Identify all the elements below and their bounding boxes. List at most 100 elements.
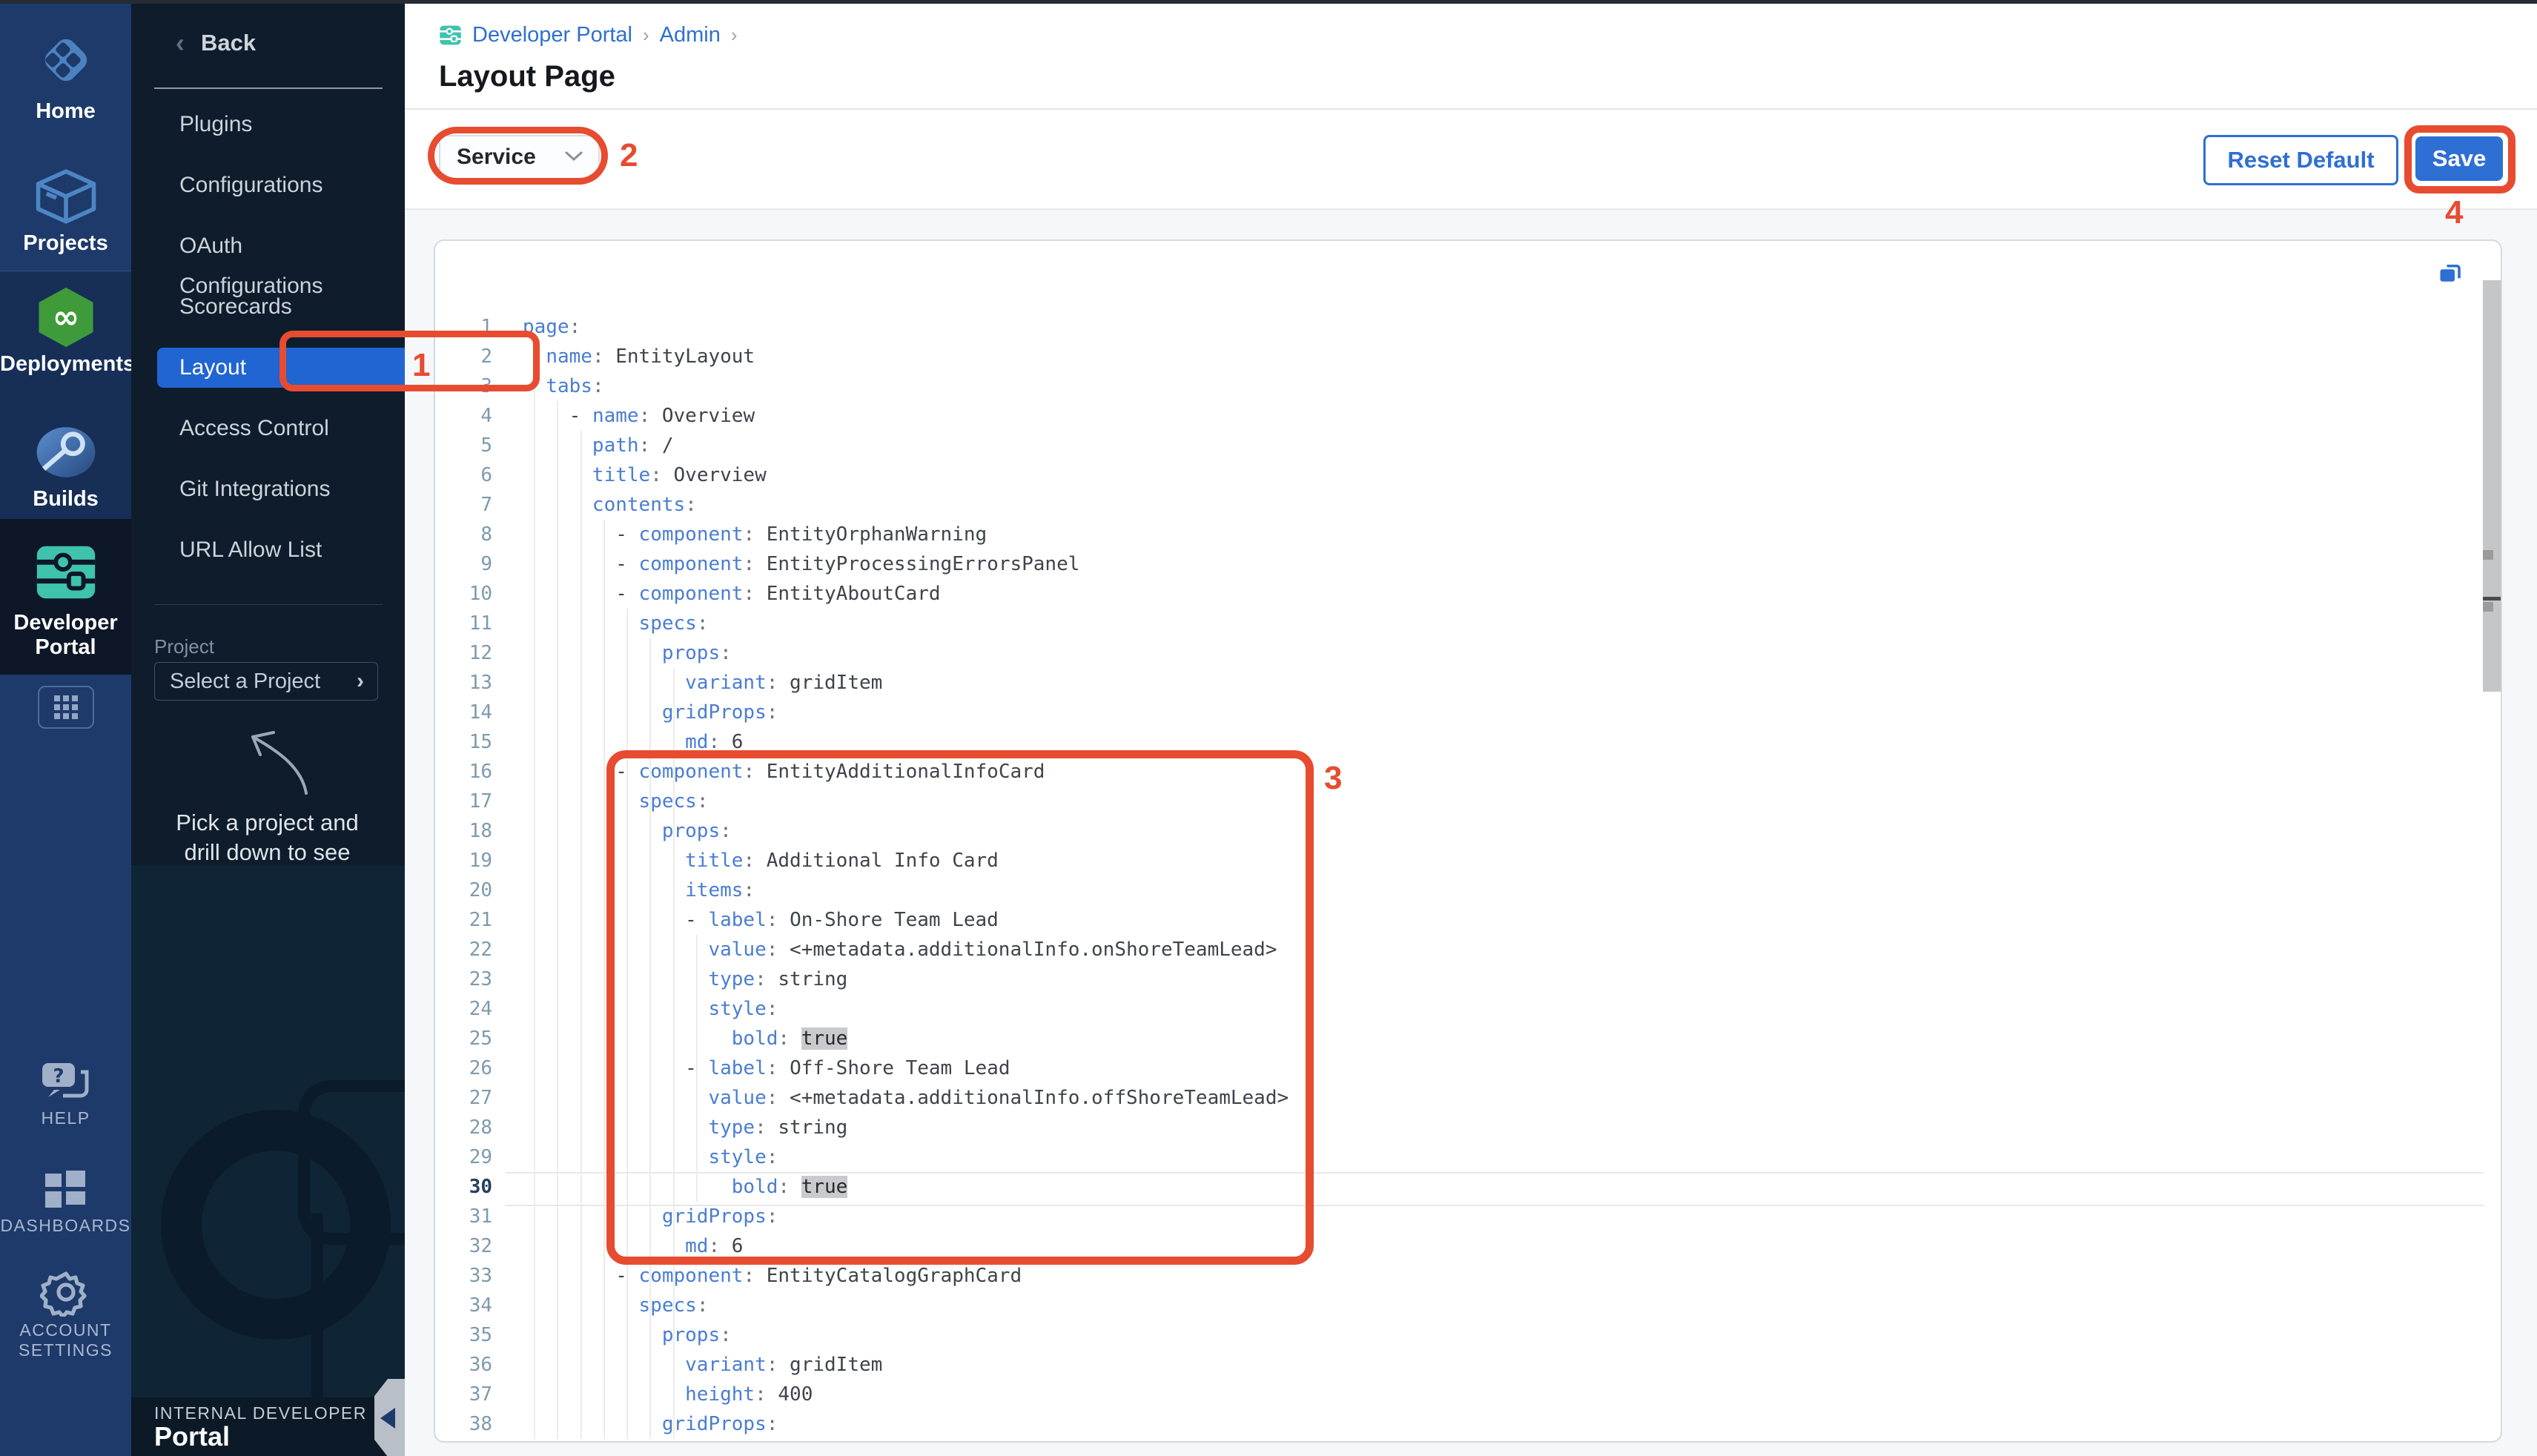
line-number: 34 [445,1291,492,1320]
line-number: 29 [445,1142,492,1172]
sidebar-collapse-button[interactable] [374,1379,405,1456]
line-number: 8 [445,520,492,549]
line-number: 38 [445,1409,492,1439]
module-picker-button[interactable] [38,686,94,729]
code-line-1[interactable]: 1page: [445,312,2487,342]
code-line-4[interactable]: 4 - name: Overview [445,401,2487,431]
line-number: 19 [445,846,492,876]
sidebar-item-git-integrations[interactable]: Git Integrations [179,469,387,509]
help-label: HELP [0,1108,131,1128]
line-number: 18 [445,816,492,846]
code-line-10[interactable]: 10 - component: EntityAboutCard [445,579,2487,609]
line-number: 28 [445,1113,492,1142]
line-number: 23 [445,964,492,994]
line-number: 32 [445,1231,492,1261]
line-number: 16 [445,757,492,787]
line-number: 26 [445,1053,492,1083]
line-number: 20 [445,876,492,905]
toolbar: Service Reset Default Save [405,110,2537,208]
code-line-37[interactable]: 37 height: 400 [445,1380,2487,1409]
line-number: 4 [445,401,492,431]
breadcrumb-link-admin[interactable]: Admin [660,23,721,47]
back-button[interactable]: ‹ Back [176,21,256,65]
project-select[interactable]: Select a Project › [154,662,378,701]
sidebar-divider-2 [154,604,383,605]
editor-scrollbar[interactable] [2483,280,2502,692]
code-line-7[interactable]: 7 contents: [445,490,2487,520]
line-number: 30 [445,1172,492,1202]
gear-icon [40,1307,92,1320]
collapse-arrow-icon [380,1408,395,1429]
svg-text:?: ? [53,1065,64,1088]
account-settings-label-line2: SETTINGS [0,1340,131,1360]
module-section-top: Home Projects [0,4,131,271]
line-number: 35 [445,1320,492,1350]
sidebar-divider [154,87,383,89]
sidebar-item-plugins[interactable]: Plugins [179,105,387,145]
footer-line1: INTERNAL DEVELOPER [154,1403,367,1423]
code-line-34[interactable]: 34 specs: [445,1291,2487,1320]
annotation-number-3: 3 [1324,760,1342,797]
line-number: 14 [445,698,492,727]
code-line-35[interactable]: 35 props: [445,1320,2487,1350]
line-number: 31 [445,1202,492,1231]
line-number: 13 [445,668,492,698]
page-header: Developer Portal › Admin › Layout Page [405,4,2537,108]
module-picker-grid-icon [54,695,78,719]
code-line-14[interactable]: 14 gridProps: [445,698,2487,727]
line-number: 36 [445,1350,492,1380]
module-devportal-label-line2: Portal [0,635,131,660]
module-builds[interactable]: Builds [0,421,131,512]
code-line-36[interactable]: 36 variant: gridItem [445,1350,2487,1380]
module-rail: Home Projects ∞ Deployments [0,4,131,1456]
code-line-33[interactable]: 33 - component: EntityCatalogGraphCard [445,1261,2487,1291]
module-deployments[interactable]: ∞ Deployments [0,286,131,377]
line-number: 37 [445,1380,492,1409]
copy-icon[interactable] [2437,260,2464,292]
line-number: 22 [445,935,492,964]
chevron-right-icon: › [357,669,377,694]
sidebar-item-url-allow-list[interactable]: URL Allow List [179,530,387,570]
dashboards-item[interactable]: DASHBOARDS [0,1168,131,1236]
builds-icon [33,474,99,486]
code-line-6[interactable]: 6 title: Overview [445,460,2487,490]
module-devportal-label-line1: Developer [0,611,131,635]
code-line-3[interactable]: 3 tabs: [445,371,2487,401]
code-line-8[interactable]: 8 - component: EntityOrphanWarning [445,520,2487,549]
chevron-left-icon: ‹ [176,27,185,59]
code-line-5[interactable]: 5 path: / [445,431,2487,460]
toolbar-divider [405,208,2537,210]
account-settings-label-line1: ACCOUNT [0,1320,131,1340]
breadcrumb-link-developer-portal[interactable]: Developer Portal [472,23,632,47]
sidebar-item-oauth-configurations[interactable]: OAuth Configurations [179,226,387,266]
reset-default-button[interactable]: Reset Default [2203,135,2398,185]
module-deployments-label: Deployments [0,352,131,377]
sidebar-decoration [131,865,405,1456]
account-settings-item[interactable]: ACCOUNT SETTINGS [0,1268,131,1360]
line-number: 7 [445,490,492,520]
line-number: 11 [445,609,492,638]
module-section-bottom: ? HELP DASHBOARDS [0,675,131,1456]
sidebar-item-configurations[interactable]: Configurations [179,165,387,205]
code-line-11[interactable]: 11 specs: [445,609,2487,638]
page-title: Layout Page [439,60,615,93]
projects-icon [33,218,99,231]
code-line-2[interactable]: 2 name: EntityLayout [445,342,2487,371]
line-number: 10 [445,579,492,609]
code-line-12[interactable]: 12 props: [445,638,2487,668]
sidebar-item-access-control[interactable]: Access Control [179,408,387,449]
module-home[interactable]: Home [0,24,131,124]
code-line-38[interactable]: 38 gridProps: [445,1409,2487,1439]
project-section-label: Project [154,635,214,658]
annotation-box-3 [606,750,1314,1265]
sidebar-item-scorecards[interactable]: Scorecards [179,287,387,327]
module-section-cd: ∞ Deployments Builds [0,271,131,519]
code-line-13[interactable]: 13 variant: gridItem [445,668,2487,698]
module-developer-portal[interactable]: Developer Portal [0,537,131,660]
code-line-9[interactable]: 9 - component: EntityProcessingErrorsPan… [445,549,2487,579]
annotation-number-1: 1 [412,347,430,384]
help-item[interactable]: ? HELP [0,1060,131,1128]
annotation-number-2: 2 [620,137,638,174]
home-icon [30,86,102,99]
module-projects[interactable]: Projects [0,165,131,256]
